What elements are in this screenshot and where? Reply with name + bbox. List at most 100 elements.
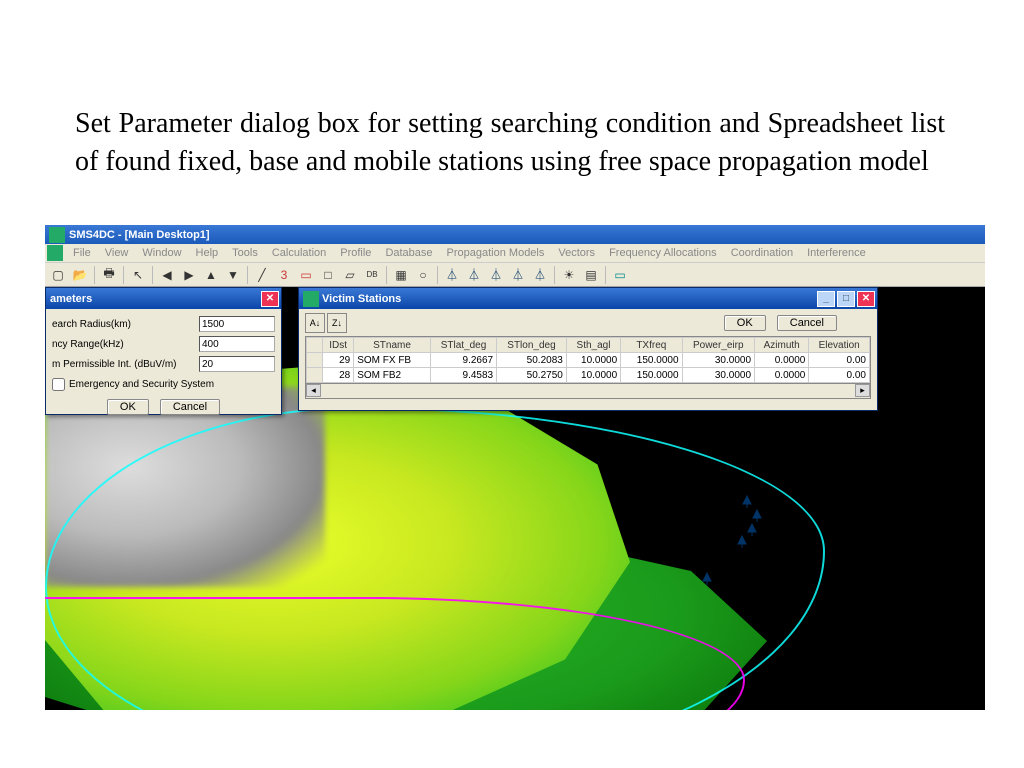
victim-titlebar[interactable]: Victim Stations _ □ ✕: [299, 288, 877, 309]
mdi-logo-icon: [47, 245, 63, 261]
menu-profile[interactable]: Profile: [333, 247, 378, 259]
down-icon[interactable]: ▼: [223, 265, 243, 285]
station-marker-icon[interactable]: [735, 535, 749, 552]
column-header[interactable]: Sth_agl: [566, 338, 620, 353]
pointer-icon[interactable]: ↖: [128, 265, 148, 285]
column-header[interactable]: STname: [354, 338, 431, 353]
column-header[interactable]: Power_eirp: [682, 338, 755, 353]
params-ok-button[interactable]: OK: [107, 399, 149, 415]
circle-icon[interactable]: ○: [413, 265, 433, 285]
menu-propagation[interactable]: Propagation Models: [440, 247, 552, 259]
select-icon[interactable]: □: [318, 265, 338, 285]
victim-cancel-button[interactable]: Cancel: [777, 315, 837, 331]
sort-desc-button[interactable]: Z↓: [327, 313, 347, 333]
cell[interactable]: 28: [323, 368, 354, 383]
menu-database[interactable]: Database: [378, 247, 439, 259]
cell[interactable]: 10.0000: [566, 353, 620, 368]
menu-view[interactable]: View: [98, 247, 136, 259]
cell[interactable]: 30.0000: [682, 368, 755, 383]
separator-icon: [437, 266, 438, 284]
menu-coordination[interactable]: Coordination: [724, 247, 800, 259]
cell[interactable]: 0.00: [809, 353, 870, 368]
new-icon[interactable]: ▢: [48, 265, 68, 285]
antenna1-icon[interactable]: ⏃: [442, 265, 462, 285]
close-icon[interactable]: ✕: [857, 291, 875, 307]
line-icon[interactable]: ╱: [252, 265, 272, 285]
cell[interactable]: 30.0000: [682, 353, 755, 368]
params-cancel-button[interactable]: Cancel: [160, 399, 220, 415]
separator-icon: [247, 266, 248, 284]
cell[interactable]: SOM FX FB: [354, 353, 431, 368]
open-icon[interactable]: 📂: [70, 265, 90, 285]
app-logo-icon: [49, 227, 65, 243]
cell[interactable]: [307, 368, 323, 383]
cell[interactable]: 0.00: [809, 368, 870, 383]
menu-freq-alloc[interactable]: Frequency Allocations: [602, 247, 724, 259]
column-header[interactable]: Elevation: [809, 338, 870, 353]
station-marker-icon[interactable]: [700, 572, 714, 589]
cell[interactable]: 10.0000: [566, 368, 620, 383]
parameters-titlebar[interactable]: ameters ✕: [46, 288, 281, 309]
rect-icon[interactable]: ▭: [296, 265, 316, 285]
antenna4-icon[interactable]: ⏃: [508, 265, 528, 285]
victim-title: Victim Stations: [322, 293, 815, 305]
cell[interactable]: 50.2750: [497, 368, 567, 383]
column-header[interactable]: IDst: [323, 338, 354, 353]
cell[interactable]: [307, 353, 323, 368]
menu-vectors[interactable]: Vectors: [551, 247, 602, 259]
cell[interactable]: 9.4583: [430, 368, 496, 383]
perm-int-input[interactable]: [199, 356, 275, 372]
column-header[interactable]: STlon_deg: [497, 338, 567, 353]
screen-icon[interactable]: ▭: [610, 265, 630, 285]
emergency-checkbox[interactable]: [52, 378, 65, 391]
menu-window[interactable]: Window: [135, 247, 188, 259]
menu-calculation[interactable]: Calculation: [265, 247, 333, 259]
back-icon[interactable]: ◀: [157, 265, 177, 285]
db-icon[interactable]: DB: [362, 265, 382, 285]
cell[interactable]: SOM FB2: [354, 368, 431, 383]
search-radius-label: earch Radius(km): [52, 319, 199, 330]
victim-ok-button[interactable]: OK: [724, 315, 766, 331]
freq-range-label: ncy Range(kHz): [52, 339, 199, 350]
close-icon[interactable]: ✕: [261, 291, 279, 307]
palette-icon[interactable]: ▦: [391, 265, 411, 285]
forward-icon[interactable]: ▶: [179, 265, 199, 285]
menu-help[interactable]: Help: [189, 247, 226, 259]
menu-interference[interactable]: Interference: [800, 247, 873, 259]
separator-icon: [386, 266, 387, 284]
cell[interactable]: 9.2667: [430, 353, 496, 368]
sort-asc-button[interactable]: A↓: [305, 313, 325, 333]
sun-icon[interactable]: ☀: [559, 265, 579, 285]
column-header[interactable]: STlat_deg: [430, 338, 496, 353]
maximize-icon[interactable]: □: [837, 291, 855, 307]
layers-icon[interactable]: ▤: [581, 265, 601, 285]
print-icon[interactable]: 🖶: [99, 265, 119, 285]
menu-tools[interactable]: Tools: [225, 247, 265, 259]
column-header[interactable]: [307, 338, 323, 353]
freq-range-input[interactable]: [199, 336, 275, 352]
cell[interactable]: 150.0000: [621, 353, 682, 368]
table-row[interactable]: 28SOM FB29.458350.275010.0000150.000030.…: [307, 368, 870, 383]
column-header[interactable]: Azimuth: [755, 338, 809, 353]
scroll-right-icon[interactable]: ▸: [855, 384, 870, 397]
scroll-left-icon[interactable]: ◂: [306, 384, 321, 397]
polygon-icon[interactable]: ▱: [340, 265, 360, 285]
antenna5-icon[interactable]: ⏃: [530, 265, 550, 285]
antenna2-icon[interactable]: ⏃: [464, 265, 484, 285]
antenna3-icon[interactable]: ⏃: [486, 265, 506, 285]
horizontal-scrollbar[interactable]: ◂ ▸: [305, 384, 871, 399]
victim-grid[interactable]: IDstSTnameSTlat_degSTlon_degSth_aglTXfre…: [305, 336, 871, 384]
cell[interactable]: 0.0000: [755, 353, 809, 368]
dialog-logo-icon: [303, 291, 319, 307]
cell[interactable]: 29: [323, 353, 354, 368]
menu-file[interactable]: File: [66, 247, 98, 259]
search-radius-input[interactable]: [199, 316, 275, 332]
minimize-icon[interactable]: _: [817, 291, 835, 307]
table-row[interactable]: 29SOM FX FB9.266750.208310.0000150.00003…: [307, 353, 870, 368]
cell[interactable]: 150.0000: [621, 368, 682, 383]
column-header[interactable]: TXfreq: [621, 338, 682, 353]
cell[interactable]: 50.2083: [497, 353, 567, 368]
up-icon[interactable]: ▲: [201, 265, 221, 285]
cell[interactable]: 0.0000: [755, 368, 809, 383]
measure-icon[interactable]: 3: [274, 265, 294, 285]
